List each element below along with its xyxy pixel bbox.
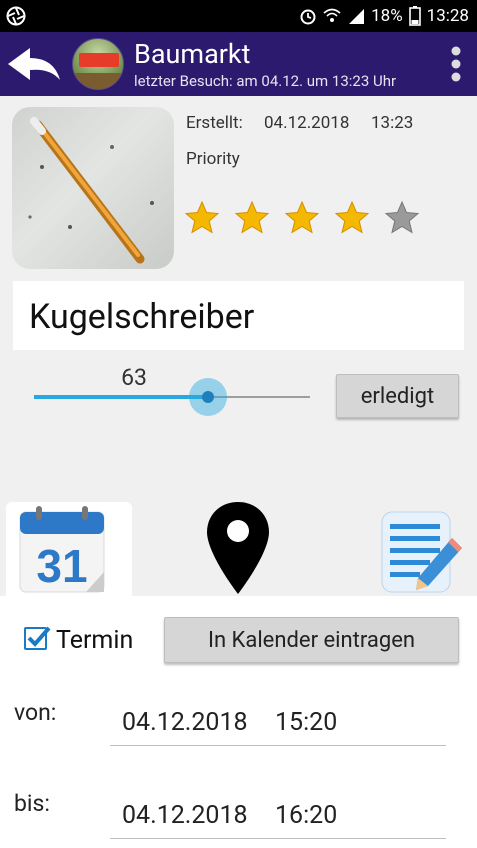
to-datetime-field[interactable]: 04.12.2018 16:20: [110, 797, 446, 839]
from-date[interactable]: 04.12.2018: [122, 708, 248, 737]
to-time[interactable]: 16:20: [275, 801, 337, 830]
calendar-day: 31: [36, 540, 87, 592]
quantity-slider[interactable]: [34, 378, 310, 418]
add-to-calendar-button[interactable]: In Kalender eintragen: [164, 617, 459, 663]
overflow-menu-icon[interactable]: [451, 46, 461, 82]
star-filled-icon[interactable]: [184, 200, 220, 236]
item-name-box[interactable]: Kugelschreiber: [13, 281, 464, 350]
checkmark-icon: [27, 626, 51, 647]
created-time: 13:23: [371, 113, 414, 133]
priority-stars[interactable]: [184, 200, 420, 236]
signal-icon: [349, 9, 365, 24]
app-bar: Baumarkt letzter Besuch: am 04.12. um 13…: [0, 32, 477, 96]
alarm-icon: [300, 9, 316, 25]
item-name: Kugelschreiber: [29, 297, 255, 337]
from-time[interactable]: 15:20: [275, 708, 337, 737]
status-bar: 18% 13:28: [0, 0, 477, 32]
created-date: 04.12.2018: [264, 113, 350, 133]
from-label: von:: [14, 699, 57, 726]
done-button[interactable]: erledigt: [336, 374, 459, 418]
battery-icon: [408, 6, 421, 26]
clock: 13:28: [426, 6, 469, 26]
battery-percent: 18%: [371, 6, 403, 26]
note-edit-icon[interactable]: [376, 508, 464, 596]
to-label: bis:: [14, 790, 50, 817]
wifi-icon: [323, 8, 341, 22]
slider-fill: [34, 395, 208, 399]
status-icons: 18% 13:28: [299, 4, 469, 28]
location-pin-icon[interactable]: [205, 500, 271, 596]
star-empty-icon[interactable]: [384, 200, 420, 236]
pen-photo-image: [28, 117, 154, 264]
back-arrow-icon[interactable]: [6, 46, 62, 82]
aperture-icon: [6, 6, 26, 26]
priority-label: Priority: [186, 149, 240, 169]
item-photo[interactable]: [12, 107, 174, 269]
store-logo: [79, 53, 119, 67]
to-date[interactable]: 04.12.2018: [122, 801, 248, 830]
slider-thumb[interactable]: [201, 391, 214, 403]
star-filled-icon[interactable]: [284, 200, 320, 236]
store-title: Baumarkt: [134, 38, 251, 70]
calendar-icon[interactable]: 31: [6, 502, 132, 596]
appointment-checkbox[interactable]: [24, 626, 51, 650]
star-filled-icon[interactable]: [334, 200, 370, 236]
store-avatar: [72, 38, 124, 90]
appointment-label[interactable]: Termin: [56, 626, 133, 655]
last-visit-subtitle: letzter Besuch: am 04.12. um 13:23 Uhr: [134, 72, 397, 90]
star-filled-icon[interactable]: [234, 200, 270, 236]
from-datetime-field[interactable]: 04.12.2018 15:20: [110, 704, 446, 746]
created-label: Erstellt:: [186, 113, 243, 133]
